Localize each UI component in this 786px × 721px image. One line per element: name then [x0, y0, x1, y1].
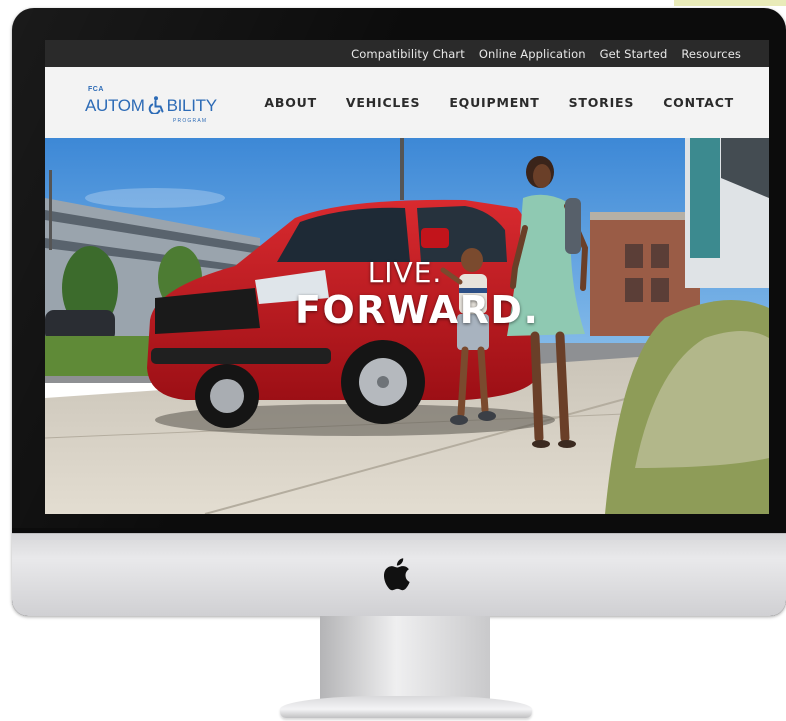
logo-word-before: AUTOM: [85, 95, 145, 115]
logo-program-text: PROGRAM: [173, 117, 208, 124]
logo-word-after: BILITY: [166, 95, 217, 115]
wheelchair-icon: [145, 95, 167, 115]
hero-tagline: LIVE. FORWARD.: [295, 256, 540, 333]
main-navbar: FCA AUTOM BILITY PROGRAM ABOUT VEHICLES …: [45, 67, 769, 138]
monitor-chin: [12, 533, 786, 616]
logo-wordmark: AUTOM BILITY: [85, 96, 217, 116]
link-compatibility-chart[interactable]: Compatibility Chart: [351, 47, 465, 61]
nav-vehicles[interactable]: VEHICLES: [346, 95, 420, 110]
hero-banner: LIVE. FORWARD.: [45, 138, 769, 514]
link-get-started[interactable]: Get Started: [600, 47, 668, 61]
utility-bar: Compatibility Chart Online Application G…: [45, 40, 769, 67]
site-logo[interactable]: FCA AUTOM BILITY PROGRAM: [85, 78, 235, 128]
nav-equipment[interactable]: EQUIPMENT: [449, 95, 539, 110]
nav-contact[interactable]: CONTACT: [663, 95, 734, 110]
hero-tagline-line2: FORWARD.: [295, 288, 540, 332]
monitor-stand: [320, 616, 490, 704]
logo-fca-text: FCA: [88, 85, 104, 93]
hero-tagline-line1: LIVE.: [367, 256, 443, 289]
link-online-application[interactable]: Online Application: [479, 47, 586, 61]
imac-monitor: Compatibility Chart Online Application G…: [12, 8, 786, 616]
monitor-stand-foot: [280, 696, 532, 718]
nav-about[interactable]: ABOUT: [264, 95, 317, 110]
main-menu: ABOUT VEHICLES EQUIPMENT STORIES CONTACT: [235, 95, 734, 110]
link-resources[interactable]: Resources: [681, 47, 741, 61]
website-screen: Compatibility Chart Online Application G…: [45, 40, 769, 514]
apple-icon: [383, 558, 410, 591]
nav-stories[interactable]: STORIES: [569, 95, 635, 110]
